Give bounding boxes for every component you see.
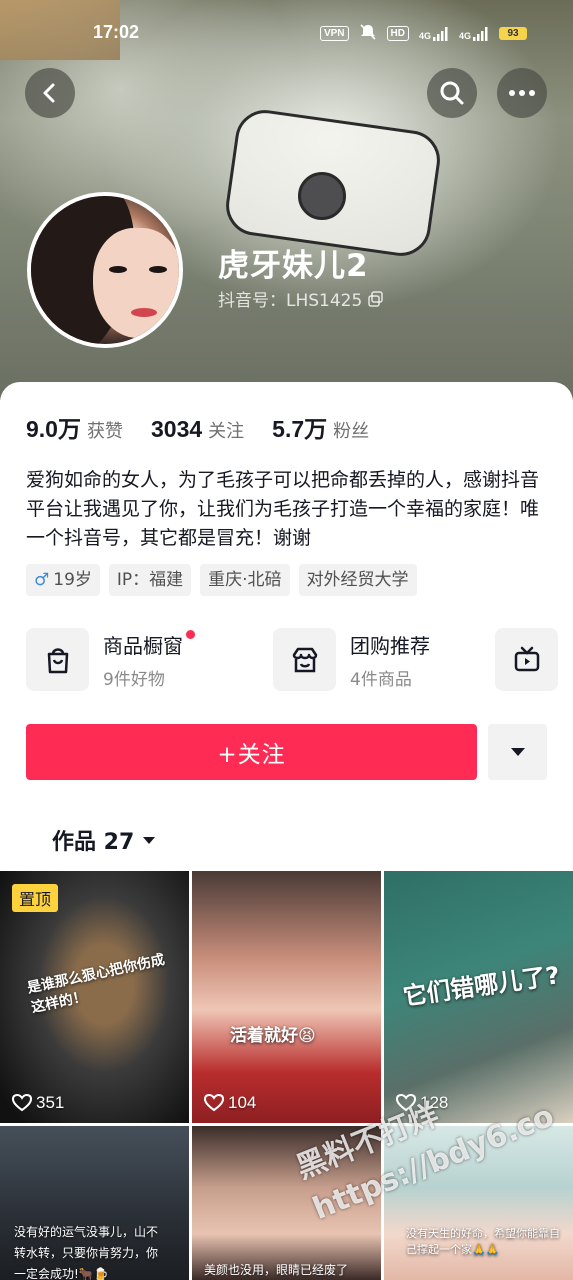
more-dots-icon bbox=[509, 90, 535, 96]
avatar-eye-left bbox=[109, 266, 127, 273]
profile-tags: ♂ 19岁 IP：福建 重庆·北碚 对外经贸大学 bbox=[26, 564, 417, 596]
battery-icon: 93 bbox=[499, 27, 527, 40]
following-count[interactable]: 3034 bbox=[151, 416, 202, 443]
signal-icon-1: 4G bbox=[419, 26, 449, 41]
video-caption: 活着就好😫 bbox=[230, 1026, 316, 1046]
douyin-id-text: 抖音号：LHS1425 bbox=[218, 291, 363, 311]
video-thumbnail[interactable]: 没有好的运气没事儿，山不转水转，只要你肯努力，你一定会成功!🐂🍺 bbox=[0, 1126, 189, 1280]
tab-works[interactable]: 作品 27 bbox=[52, 824, 156, 856]
tag-school: 对外经贸大学 bbox=[298, 564, 417, 596]
tab-works-label: 作品 27 bbox=[52, 830, 135, 855]
douyin-id[interactable]: 抖音号：LHS1425 bbox=[218, 286, 384, 311]
video-caption: 没有天生的好命，希望你能靠自己撑起一个家🙏🙏 bbox=[406, 1227, 560, 1256]
store-icon bbox=[273, 628, 336, 691]
services-row: 商品橱窗 9件好物 团购推荐 4件商品 bbox=[26, 628, 573, 692]
video-likes: 104 bbox=[204, 1093, 256, 1113]
avatar-face bbox=[93, 228, 179, 338]
follow-button[interactable]: +关注 bbox=[26, 724, 477, 780]
pinned-badge: 置顶 bbox=[12, 884, 59, 912]
shopping-bag-icon bbox=[26, 628, 89, 691]
chevron-left-icon bbox=[43, 83, 55, 103]
caret-down-icon bbox=[143, 836, 156, 844]
status-icons: VPN HD 4G 4G 93 bbox=[319, 24, 527, 43]
profile-name: 虎牙妹儿2 bbox=[218, 248, 369, 284]
avatar-lips bbox=[131, 308, 157, 317]
status-bar: 17:02 VPN HD 4G 4G 93 bbox=[0, 18, 573, 48]
notification-dot bbox=[186, 629, 195, 639]
tag-age: ♂ 19岁 bbox=[26, 564, 100, 596]
followers-label[interactable]: 粉丝 bbox=[333, 417, 369, 443]
tv-icon bbox=[495, 628, 558, 691]
search-button[interactable] bbox=[427, 68, 477, 118]
search-icon bbox=[440, 81, 464, 105]
group-buy-sub: 4件商品 bbox=[350, 669, 412, 690]
signal-icon-2: 4G bbox=[459, 26, 489, 41]
video-thumbnail[interactable]: 置顶 是谁那么狠心把你伤成这样的！ 351 bbox=[0, 871, 189, 1123]
male-icon: ♂ bbox=[34, 570, 50, 590]
video-caption: 美颜也没用，眼睛已经废了 bbox=[204, 1263, 349, 1277]
recommend-dropdown-button[interactable] bbox=[488, 724, 547, 780]
vpn-icon: VPN bbox=[319, 26, 349, 41]
video-caption: 是谁那么狠心把你伤成这样的！ bbox=[25, 951, 167, 1017]
copy-icon[interactable] bbox=[368, 290, 384, 307]
video-thumbnail[interactable]: 活着就好😫 104 bbox=[192, 871, 381, 1123]
shop-window-sub: 9件好物 bbox=[103, 669, 165, 690]
stats-row: 9.0万 获赞 3034 关注 5.7万 粉丝 bbox=[26, 410, 397, 444]
mute-icon bbox=[359, 24, 377, 43]
caret-down-icon bbox=[510, 748, 525, 756]
avatar-eye-right bbox=[149, 266, 167, 273]
heart-icon bbox=[204, 1094, 224, 1112]
status-time: 17:02 bbox=[93, 22, 140, 42]
heart-icon bbox=[12, 1094, 32, 1112]
hd-icon: HD bbox=[386, 26, 409, 41]
likes-label: 获赞 bbox=[86, 421, 123, 442]
profile-bio: 爱狗如命的女人，为了毛孩子可以把命都丢掉的人，感谢抖音平台让我遇见了你，让我们为… bbox=[26, 469, 540, 549]
more-button[interactable] bbox=[497, 68, 547, 118]
video-likes: 351 bbox=[12, 1093, 64, 1113]
group-buy-entry[interactable]: 团购推荐 4件商品 bbox=[273, 628, 430, 691]
video-caption: 没有好的运气没事儿，山不转水转，只要你肯努力，你一定会成功!🐂🍺 bbox=[14, 1225, 159, 1280]
shop-window-entry[interactable]: 商品橱窗 9件好物 bbox=[26, 628, 195, 691]
back-button[interactable] bbox=[25, 68, 75, 118]
followers-count[interactable]: 5.7万 bbox=[272, 410, 327, 444]
video-caption: 它们错哪儿了? bbox=[401, 961, 562, 1011]
group-buy-title: 团购推荐 bbox=[350, 633, 430, 658]
tag-location: 重庆·北碚 bbox=[200, 564, 290, 596]
cover-button bbox=[298, 172, 346, 220]
following-label[interactable]: 关注 bbox=[208, 417, 244, 443]
tag-ip: IP：福建 bbox=[108, 564, 192, 596]
avatar[interactable] bbox=[27, 192, 183, 348]
likes-count: 9.0万 bbox=[26, 416, 81, 442]
shop-window-title: 商品橱窗 bbox=[103, 629, 195, 659]
live-entry[interactable] bbox=[495, 628, 572, 691]
